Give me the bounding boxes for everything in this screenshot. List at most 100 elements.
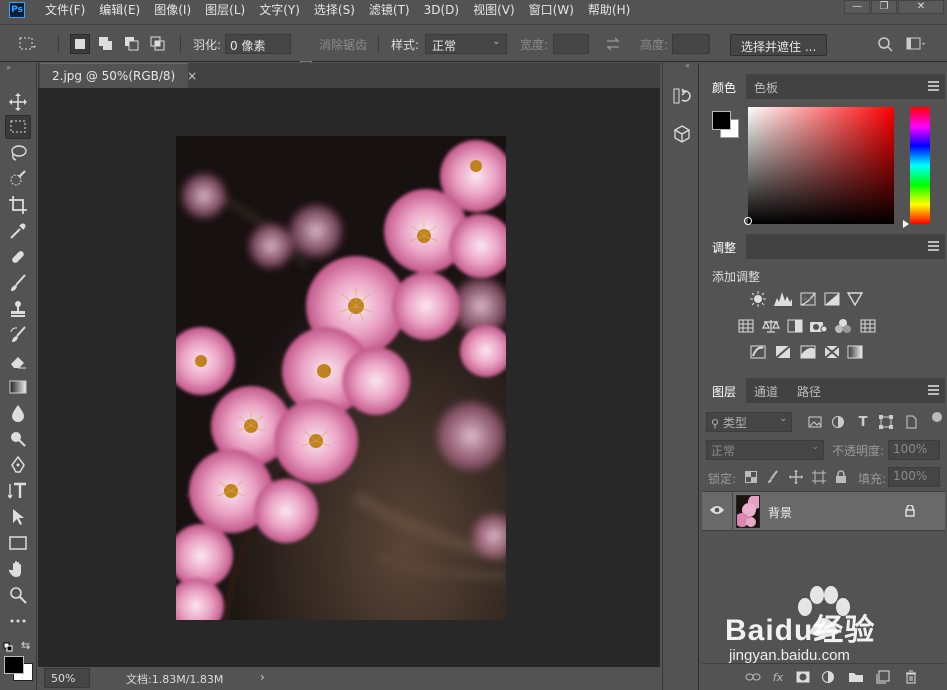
new-layer-icon[interactable] bbox=[874, 669, 892, 685]
exposure-icon[interactable] bbox=[823, 291, 841, 307]
hand-tool-icon[interactable] bbox=[5, 557, 31, 581]
tab-adjustments[interactable]: 调整 bbox=[702, 234, 747, 259]
blur-tool-icon[interactable] bbox=[5, 401, 31, 425]
history-brush-tool-icon[interactable] bbox=[5, 323, 31, 347]
filter-adjustment-icon[interactable] bbox=[829, 414, 847, 430]
posterize-icon[interactable] bbox=[774, 344, 792, 360]
subtract-selection-icon[interactable] bbox=[122, 34, 142, 54]
add-mask-icon[interactable] bbox=[794, 669, 812, 685]
feather-input[interactable]: 0 像素 bbox=[225, 34, 291, 54]
tab-channels[interactable]: 通道 bbox=[744, 378, 788, 403]
fill-input[interactable]: 100% bbox=[888, 467, 940, 487]
panel-menu-icon[interactable] bbox=[928, 81, 939, 91]
blend-mode-select[interactable]: 正常 ⌄ bbox=[706, 440, 824, 460]
tab-color[interactable]: 颜色 bbox=[702, 74, 747, 99]
select-and-mask-button[interactable]: 选择并遮住 ... bbox=[730, 34, 828, 56]
color-balance-icon[interactable] bbox=[762, 318, 780, 334]
menu-filter[interactable]: 滤镜(T) bbox=[362, 0, 417, 20]
opacity-input[interactable]: 100% bbox=[888, 440, 940, 460]
move-tool-icon[interactable] bbox=[5, 90, 31, 114]
quick-selection-tool-icon[interactable] bbox=[5, 167, 31, 191]
lock-transparent-icon[interactable] bbox=[742, 469, 760, 485]
link-layers-icon[interactable] bbox=[744, 669, 762, 685]
channel-mixer-icon[interactable] bbox=[834, 318, 852, 334]
eraser-tool-icon[interactable] bbox=[5, 349, 31, 373]
threshold-icon[interactable] bbox=[799, 344, 817, 360]
filter-smart-object-icon[interactable] bbox=[902, 414, 920, 430]
close-tab-icon[interactable]: × bbox=[187, 69, 197, 83]
zoom-tool-icon[interactable] bbox=[5, 583, 31, 607]
foreground-color-chip[interactable] bbox=[712, 111, 731, 130]
filter-pixel-icon[interactable] bbox=[806, 414, 824, 430]
color-lookup-icon[interactable] bbox=[859, 318, 877, 334]
swap-dimensions-icon[interactable] bbox=[603, 34, 623, 54]
dodge-tool-icon[interactable] bbox=[5, 427, 31, 451]
eyedropper-tool-icon[interactable] bbox=[5, 219, 31, 243]
panel-menu-icon[interactable] bbox=[928, 241, 939, 251]
add-selection-icon[interactable] bbox=[96, 34, 116, 54]
clone-stamp-tool-icon[interactable] bbox=[5, 297, 31, 321]
brush-tool-icon[interactable] bbox=[5, 271, 31, 295]
height-input[interactable] bbox=[672, 34, 710, 54]
menu-edit[interactable]: 编辑(E) bbox=[92, 0, 147, 20]
type-tool-icon[interactable] bbox=[5, 479, 31, 503]
filter-shape-icon[interactable] bbox=[877, 414, 895, 430]
layer-filter-select[interactable]: ⚲ 类型 ⌄ bbox=[706, 412, 792, 432]
restore-button[interactable]: ❐ bbox=[871, 0, 897, 14]
lock-position-icon[interactable] bbox=[787, 469, 805, 485]
minimize-button[interactable]: — bbox=[844, 0, 870, 14]
status-menu-arrow[interactable]: › bbox=[260, 670, 265, 684]
hue-slider[interactable] bbox=[910, 107, 930, 224]
close-window-button[interactable]: ✕ bbox=[898, 0, 944, 14]
menu-layer[interactable]: 图层(L) bbox=[198, 0, 252, 20]
menu-type[interactable]: 文字(Y) bbox=[252, 0, 307, 20]
lock-all-icon[interactable] bbox=[832, 469, 850, 485]
collapse-tools-icon[interactable]: » bbox=[6, 63, 11, 72]
pen-tool-icon[interactable] bbox=[5, 453, 31, 477]
path-selection-tool-icon[interactable] bbox=[5, 505, 31, 529]
invert-icon[interactable] bbox=[749, 344, 767, 360]
intersect-selection-icon[interactable] bbox=[148, 34, 168, 54]
menu-help[interactable]: 帮助(H) bbox=[581, 0, 637, 20]
color-picker-handle[interactable] bbox=[744, 217, 752, 225]
document-tab[interactable]: 2.jpg @ 50%(RGB/8) × bbox=[40, 63, 197, 88]
tab-layers[interactable]: 图层 bbox=[702, 378, 747, 403]
layer-row[interactable]: 背景 bbox=[702, 491, 945, 532]
menu-window[interactable]: 窗口(W) bbox=[522, 0, 581, 20]
workspace-icon[interactable] bbox=[906, 34, 926, 54]
color-field[interactable] bbox=[744, 107, 894, 225]
rectangle-tool-icon[interactable] bbox=[5, 531, 31, 555]
levels-icon[interactable] bbox=[774, 291, 792, 307]
lasso-tool-icon[interactable] bbox=[5, 141, 31, 165]
lock-pixels-icon[interactable] bbox=[765, 469, 783, 485]
tab-paths[interactable]: 路径 bbox=[787, 378, 831, 403]
collapse-dock-icon[interactable]: « bbox=[685, 61, 690, 70]
curves-icon[interactable] bbox=[799, 291, 817, 307]
crop-tool-icon[interactable] bbox=[5, 193, 31, 217]
marquee-preset-icon[interactable] bbox=[18, 34, 38, 54]
swap-colors-icon[interactable]: ⇆ bbox=[21, 639, 30, 652]
more-tools-icon[interactable] bbox=[5, 609, 31, 633]
hue-saturation-icon[interactable] bbox=[737, 318, 755, 334]
black-white-icon[interactable] bbox=[786, 318, 804, 334]
healing-brush-tool-icon[interactable] bbox=[5, 245, 31, 269]
photo-filter-icon[interactable] bbox=[809, 318, 827, 334]
lock-artboard-icon[interactable] bbox=[810, 469, 828, 485]
menu-image[interactable]: 图像(I) bbox=[147, 0, 198, 20]
gradient-map-icon[interactable] bbox=[846, 344, 864, 360]
layer-name[interactable]: 背景 bbox=[768, 504, 792, 521]
width-input[interactable] bbox=[553, 34, 589, 54]
new-selection-icon[interactable] bbox=[70, 34, 90, 54]
3d-panel-icon[interactable] bbox=[671, 123, 693, 145]
filter-type-icon[interactable]: T bbox=[854, 414, 872, 430]
menu-file[interactable]: 文件(F) bbox=[38, 0, 92, 20]
vibrance-icon[interactable] bbox=[846, 291, 864, 307]
layer-style-icon[interactable]: fx bbox=[769, 669, 787, 685]
search-icon[interactable] bbox=[875, 34, 895, 54]
menu-3d[interactable]: 3D(D) bbox=[417, 0, 466, 20]
panel-menu-icon[interactable] bbox=[928, 385, 939, 395]
gradient-tool-icon[interactable] bbox=[5, 375, 31, 399]
zoom-level-field[interactable]: 50% bbox=[44, 668, 90, 688]
new-group-icon[interactable] bbox=[847, 669, 865, 685]
style-select[interactable]: 正常 ⌄ bbox=[425, 34, 507, 54]
